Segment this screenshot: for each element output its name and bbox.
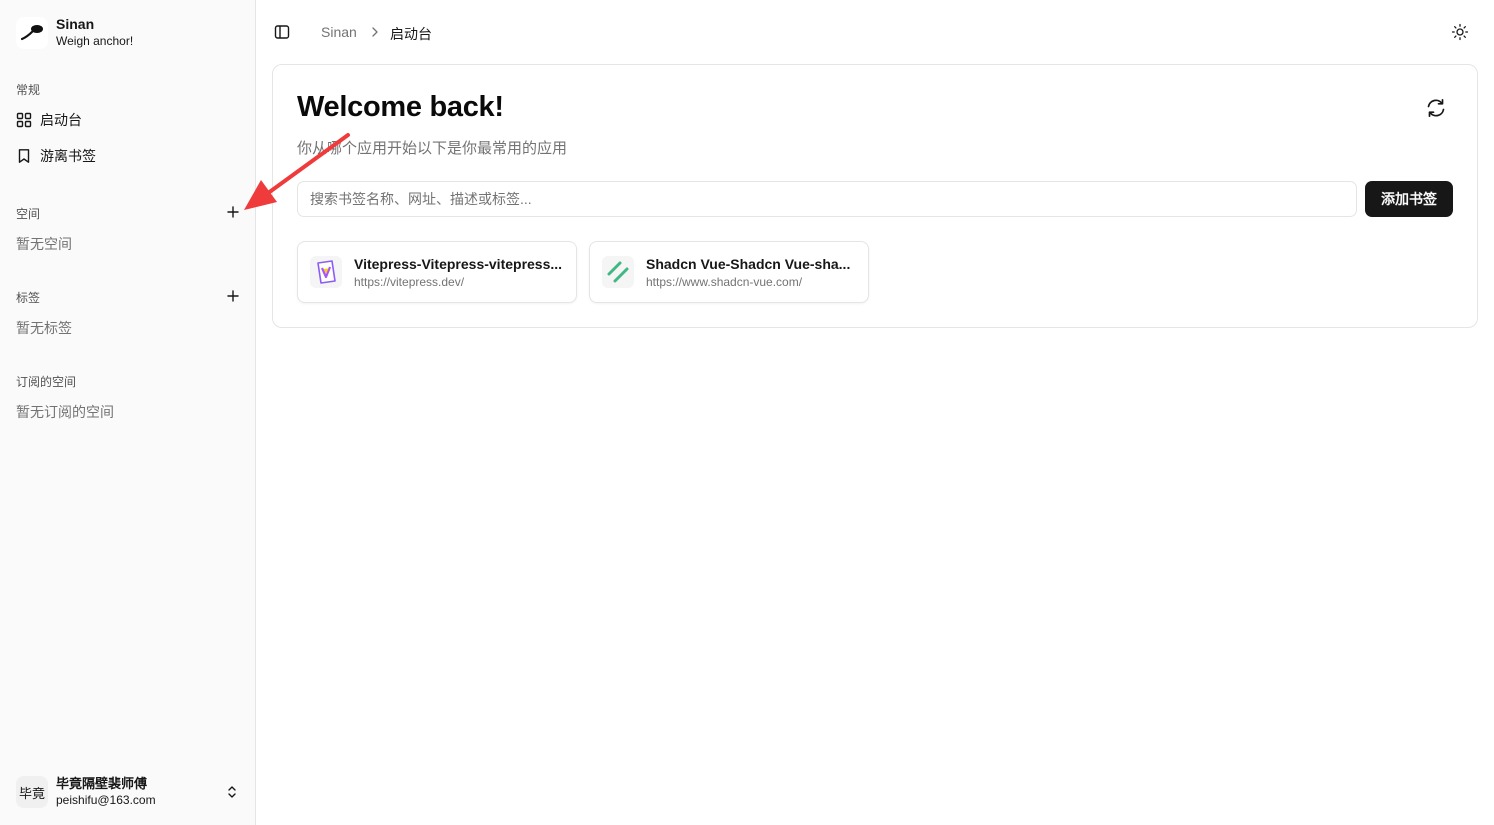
- sun-icon[interactable]: [1451, 23, 1469, 41]
- plus-icon: [227, 290, 239, 302]
- bookmark-title: Vitepress-Vitepress-vitepress...: [354, 256, 563, 272]
- chevrons-up-down-icon: [228, 786, 236, 798]
- bookmark-title: Shadcn Vue-Shadcn Vue-sha...: [646, 256, 851, 272]
- sidebar: Sinan Weigh anchor! 常规 启动台 游离书签 空间 暂无空间 …: [0, 0, 256, 825]
- grid-icon: [16, 112, 32, 128]
- subscribed-empty-text: 暂无订阅的空间: [16, 404, 114, 420]
- search-input[interactable]: [297, 181, 1357, 217]
- user-name: 毕竟隔壁裴师傅: [56, 776, 148, 791]
- add-space-button[interactable]: [224, 203, 242, 221]
- shadcn-vue-logo-icon: [602, 256, 634, 288]
- bookmark-icon: [18, 149, 30, 163]
- tags-empty-text: 暂无标签: [16, 320, 72, 336]
- bookmark-url: https://www.shadcn-vue.com/: [646, 275, 803, 289]
- breadcrumb-current: 启动台: [390, 26, 432, 42]
- sidebar-item-loose-bookmarks[interactable]: 游离书签: [16, 142, 240, 170]
- avatar: 毕竟: [16, 776, 48, 808]
- sidebar-toggle-icon[interactable]: [274, 24, 290, 40]
- user-menu[interactable]: 毕竟 毕竟隔壁裴师傅 peishifu@163.com: [16, 775, 240, 809]
- section-label-general: 常规: [16, 83, 41, 97]
- section-label-tags: 标签: [16, 291, 41, 305]
- chevron-right-icon: [372, 27, 378, 37]
- plus-icon: [227, 206, 239, 218]
- bookmark-card[interactable]: Shadcn Vue-Shadcn Vue-sha... https://www…: [589, 241, 869, 303]
- sidebar-item-label: 启动台: [40, 112, 82, 128]
- brand-tagline: Weigh anchor!: [56, 34, 134, 48]
- user-email: peishifu@163.com: [56, 793, 156, 807]
- bookmark-url: https://vitepress.dev/: [354, 275, 465, 289]
- page-title: Welcome back!: [297, 91, 504, 123]
- add-bookmark-button[interactable]: 添加书签: [1365, 181, 1453, 217]
- refresh-icon[interactable]: [1425, 97, 1447, 119]
- launchpad-card: Welcome back! 你从哪个应用开始以下是你最常用的应用 添加书签 Vi…: [272, 64, 1478, 328]
- vitepress-logo-icon: [310, 256, 342, 288]
- spaces-empty-text: 暂无空间: [16, 236, 72, 252]
- spoon-logo-icon: [16, 17, 48, 49]
- section-label-spaces: 空间: [16, 207, 41, 221]
- bookmark-card[interactable]: Vitepress-Vitepress-vitepress... https:/…: [297, 241, 577, 303]
- sidebar-item-label: 游离书签: [40, 148, 96, 164]
- add-tag-button[interactable]: [224, 287, 242, 305]
- breadcrumb-root-link[interactable]: Sinan: [321, 24, 357, 40]
- top-bar: Sinan 启动台: [256, 0, 1494, 64]
- page-subtitle: 你从哪个应用开始以下是你最常用的应用: [297, 140, 568, 157]
- section-label-subscribed: 订阅的空间: [16, 375, 77, 389]
- brand-name: Sinan: [56, 16, 95, 32]
- brand[interactable]: Sinan Weigh anchor!: [16, 16, 133, 50]
- sidebar-item-launchpad[interactable]: 启动台: [16, 106, 240, 134]
